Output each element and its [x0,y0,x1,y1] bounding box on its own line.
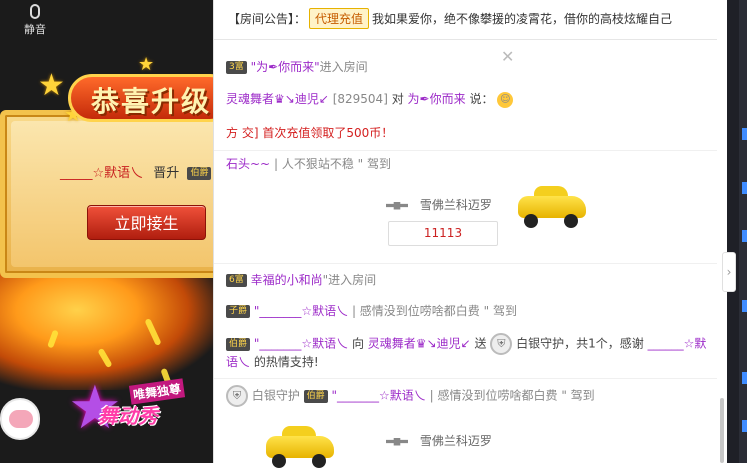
silver-guard-icon: ⛨ [226,385,248,407]
scrollbar-thumb[interactable] [720,398,724,463]
gift-count: 11113 [388,221,498,246]
chat-separator: | [273,157,278,171]
car-name-line: 雪佛兰科迈罗 [386,196,492,213]
chat-row: 语乀 的热情支持! [214,353,728,370]
chat-target-username[interactable]: 灵魂舞者♛↘迪児↙ [368,337,471,351]
system-tag: 方 交] [226,126,259,140]
chat-username[interactable]: ______☆默 [648,337,707,351]
user-signature: | 感情没到位唠啥都白费 [429,388,558,403]
chat-row: 灵魂舞者♛↘迪児↙ [829504] 对 为✒你而来 说： ☺ [214,90,728,108]
collapse-toggle[interactable]: › [722,252,736,292]
chat-username[interactable]: 灵魂舞者♛↘迪児↙ [226,92,329,106]
chat-text: " 驾到 [357,157,392,171]
chevrolet-logo-icon [386,437,408,446]
star-icon: ★ [38,68,65,103]
side-marker [742,128,747,140]
silver-guard-icon: ⛨ [490,333,513,355]
chat-row: 3富 "为✒你而来"进入房间 [214,58,728,75]
notice-text: 我如果爱你，绝不像攀援的凌霄花，借你的高枝炫耀自己 [372,12,673,26]
chat-username[interactable]: 幸福的小和尚 [251,273,323,287]
dance-show-logo: ★ 唯舞独尊 舞动秀 [68,378,213,448]
chat-text: 首次充值领取了500币！ [262,126,394,140]
chat-row: 方 交] 首次充值领取了500币！ [214,124,728,141]
chat-target-username[interactable]: 为✒你而来 [408,92,466,106]
chat-row: ⛨ 白银守护 伯爵 "_______☆默语乀 | 感情没到位唠啥都白费 " 驾到 [214,378,728,407]
user-signature: 人不狠站不稳 [281,157,354,171]
chat-text: 的热情支持! [253,355,319,369]
side-marker [742,372,747,384]
side-marker [742,182,747,194]
chat-row: 6富 幸福的小和尚"进入房间 [214,263,728,288]
chat-scrollbar[interactable] [717,0,727,463]
side-marker [742,420,747,432]
noble-badge: 子爵 [226,305,251,318]
gift-text: 白银守护，共1个，感谢 [516,336,644,351]
star-icon: ★ [138,54,155,75]
chat-text: " 驾到 [561,388,595,403]
accept-button[interactable]: 立即接生 [87,205,206,240]
car-icon [514,180,590,236]
room-notice: 【房间公告】： 代理充值 我如果爱你，绝不像攀援的凌霄花，借你的高枝炫耀自己 [214,0,728,40]
noble-badge: 伯爵 [226,337,251,351]
chat-username[interactable]: 石头~~ [226,157,270,171]
car-wheel [564,214,578,228]
car-name-line: 雪佛兰科迈罗 [386,432,492,449]
mute-label: 静音 [24,23,46,36]
congrats-title: 恭喜升级 [90,85,211,118]
chat-username[interactable]: 语乀 [226,355,250,369]
chevrolet-logo-icon [386,201,408,210]
chat-text: 进入房间 [319,60,368,74]
chat-text: 说： [469,92,494,106]
chat-username[interactable]: "_______☆默语乀 [254,304,348,318]
chat-panel: 【房间公告】： 代理充值 我如果爱你，绝不像攀援的凌霄花，借你的高枝炫耀自己 ✕ 3… [213,0,728,468]
mute-button[interactable]: 静音 [18,0,52,40]
upgrade-action: 晋升 [153,166,180,181]
chat-row: 石头~~ | 人不狠站不稳 " 驾到 [214,150,728,172]
chat-row: 伯爵 "_______☆默语乀 向 灵魂舞者♛↘迪児↙ 送 ⛨ 白银守护，共1个… [214,333,728,355]
car-wheel [524,214,538,228]
chat-row: 子爵 "_______☆默语乀 | 感情没到位唠啥都白费 " 驾到 [214,302,728,319]
user-id: [829504] [332,92,388,106]
microphone-icon [30,4,40,19]
chat-username[interactable]: "_______☆默语乀 [254,337,348,351]
logo-title: 舞动秀 [98,404,158,428]
car-name: 雪佛兰科迈罗 [419,434,492,448]
chat-text: "进入房间 [322,273,377,287]
right-side-panel [727,0,747,463]
guard-label: 白银守护 [251,388,300,403]
chat-text: 送 [474,336,487,351]
noble-badge: 伯爵 [303,389,328,403]
wealth-badge: 3富 [226,61,247,74]
chat-username[interactable]: "为✒你而来" [251,60,320,74]
pig-icon [9,410,33,428]
car-wheel [312,454,326,468]
user-signature: | 感情没到位唠啥都白费 [351,304,480,318]
chat-text: 向 [351,336,364,351]
side-marker [742,300,747,312]
car-wheel [272,454,286,468]
emoji-icon: ☺ [497,91,514,108]
pig-avatar[interactable] [0,398,40,440]
agent-recharge-button[interactable]: 代理充值 [309,8,370,29]
upgraded-username: _____☆默语乀 [60,166,144,181]
rank-badge: 伯爵 [187,167,212,180]
side-marker [742,230,747,242]
chat-username[interactable]: "_______☆默语乀 [332,389,426,403]
chat-text: " 驾到 [483,304,517,318]
wealth-badge: 6富 [226,274,247,287]
chat-text: 对 [391,92,404,106]
car-icon [262,420,338,476]
notice-label: 【房间公告】： [228,12,307,26]
car-name: 雪佛兰科迈罗 [419,198,492,212]
